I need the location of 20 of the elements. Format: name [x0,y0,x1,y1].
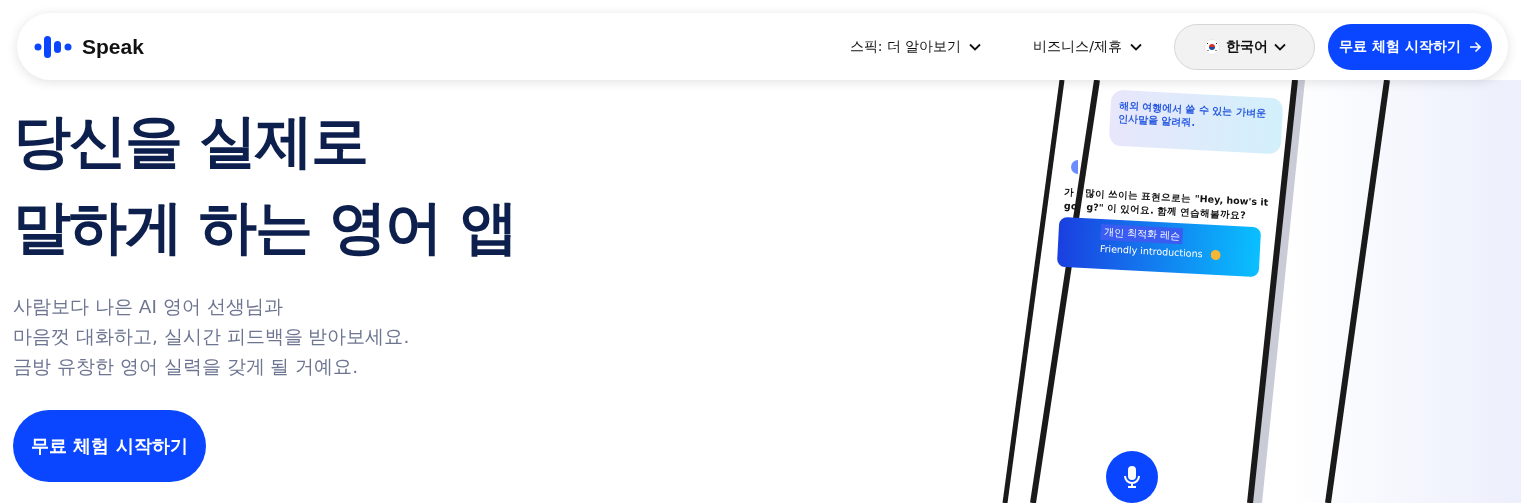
hero-description: 사람보다 나은 AI 영어 선생님과 마음껏 대화하고, 실시간 피드백을 받아보세요. 금방 유창한 영어 실력을 갖게 될 거예요. [13,295,411,379]
smiley-icon [1210,249,1221,260]
flag-icon [1203,38,1220,55]
logo-wordmark[interactable]: Speak [82,34,144,59]
microphone-icon [1123,465,1141,489]
nav-menu[interactable]: 스픽: 더 알아보기 [849,37,982,56]
user-message: 해외 여행에서 쓸 수 있는 가벼운 인사말을 알려줘. [1117,98,1268,130]
language-selector[interactable]: 한국어 [1174,23,1315,70]
nav-menu[interactable]: 비즈니스/제휴 [1033,37,1142,56]
arrow-right-icon [1468,40,1481,53]
chevron-down-icon [1273,42,1286,51]
start-trial-button[interactable]: 무료 체험 시작하기 [1328,23,1492,70]
reply-text: 가 [1063,186,1075,200]
lesson-tag: 개인 최적화 레슨 [1100,223,1184,245]
reply-text: go [1063,200,1078,214]
start-trial-button[interactable]: 무료 체험 시작하기 [13,410,206,482]
chevron-down-icon [1130,42,1142,51]
hero-heading: 당신을 실제로 말하게 하는 영어 앱 [13,106,517,263]
lesson-title: Friendly introductions [1099,242,1203,260]
chevron-down-icon [969,42,982,51]
